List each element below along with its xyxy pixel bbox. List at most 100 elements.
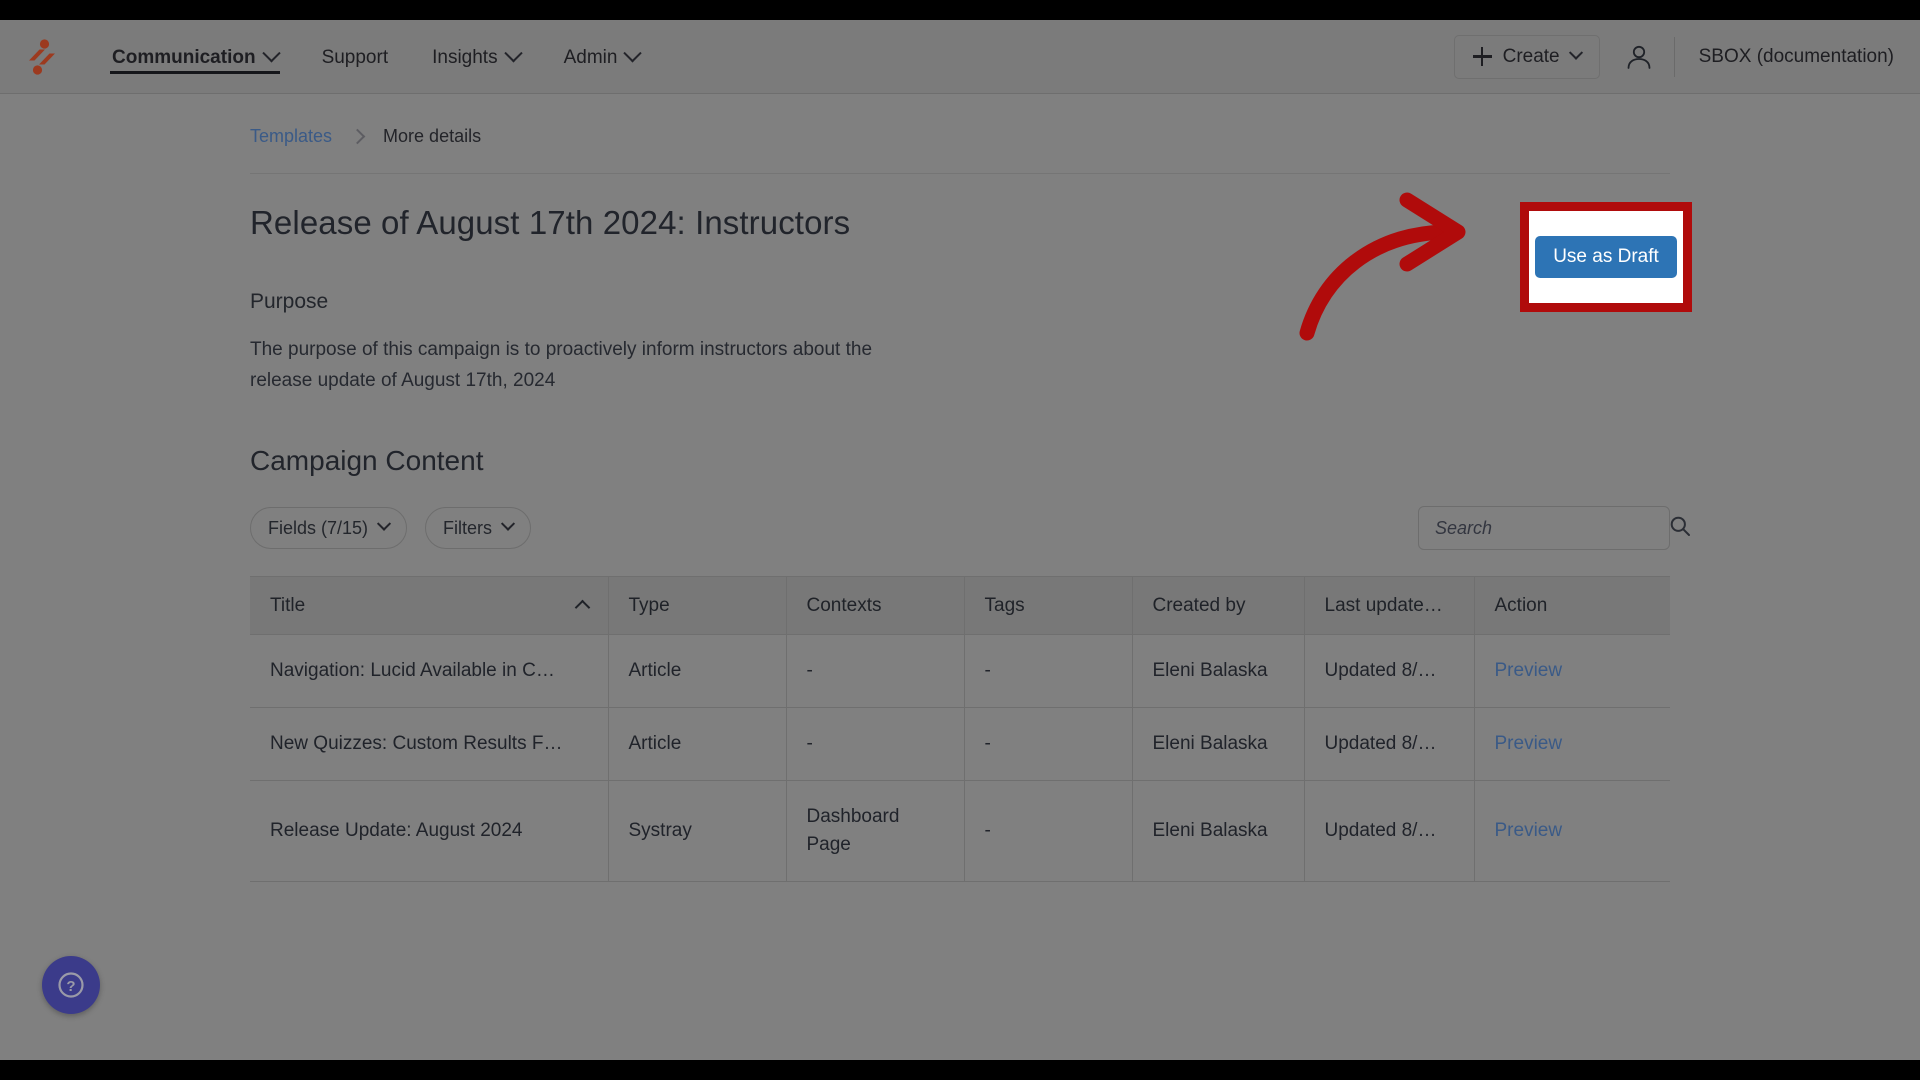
cell-tags: - — [964, 707, 1133, 781]
table-row[interactable]: New Quizzes: Custom Results F… Article -… — [250, 707, 1670, 781]
cell-last-updated: Updated 8/… — [1304, 780, 1475, 882]
cell-tags: - — [964, 634, 1133, 708]
cell-text: - — [984, 660, 991, 681]
cell-text: Updated 8/… — [1324, 733, 1437, 754]
cell-action: Preview — [1474, 707, 1670, 781]
breadcrumb-current: More details — [383, 126, 482, 146]
cell-text: Dashboard Page — [806, 806, 900, 855]
cell-last-updated: Updated 8/… — [1304, 634, 1475, 708]
help-button[interactable]: ? — [42, 956, 100, 1014]
nav-item-label: Insights — [432, 46, 498, 68]
column-header-label: Contexts — [806, 594, 882, 616]
table-header-row: Title Type Contexts Tags Created by Last… — [250, 576, 1670, 635]
column-header-last-updated[interactable]: Last update… — [1304, 576, 1475, 635]
cell-text: Updated 8/… — [1324, 660, 1437, 681]
cell-contexts: - — [786, 707, 965, 781]
search-input[interactable] — [1435, 517, 1669, 539]
table-row[interactable]: Navigation: Lucid Available in C… Articl… — [250, 634, 1670, 708]
campaign-content-table: Title Type Contexts Tags Created by Last… — [250, 576, 1670, 882]
use-as-draft-button[interactable]: Use as Draft — [1535, 236, 1677, 278]
nav-item-label: Communication — [112, 46, 256, 68]
cell-contexts: - — [786, 634, 965, 708]
cell-last-updated: Updated 8/… — [1304, 707, 1475, 781]
cell-type: Systray — [608, 780, 787, 882]
search-box[interactable] — [1418, 506, 1690, 550]
table-row[interactable]: Release Update: August 2024 Systray Dash… — [250, 780, 1670, 882]
search-icon[interactable] — [1669, 515, 1691, 542]
table-toolbar: Fields (7/15) Filters — [250, 506, 1690, 550]
column-header-tags[interactable]: Tags — [964, 576, 1133, 635]
nav-item-label: Support — [321, 46, 389, 68]
account-name-label[interactable]: SBOX (documentation) — [1699, 46, 1898, 68]
nav-item-admin[interactable]: Admin — [563, 20, 643, 94]
table-body: Navigation: Lucid Available in C… Articl… — [250, 634, 1670, 882]
cell-text: Release Update: August 2024 — [270, 820, 523, 841]
breadcrumb-link-templates[interactable]: Templates — [250, 126, 332, 147]
chevron-right-icon — [349, 128, 366, 145]
cell-title: Release Update: August 2024 — [250, 780, 609, 882]
title-row: Release of August 17th 2024: Instructors — [250, 204, 1670, 242]
preview-link[interactable]: Preview — [1495, 733, 1563, 754]
filters-dropdown-button[interactable]: Filters — [425, 507, 532, 549]
cell-text: New Quizzes: Custom Results F… — [270, 733, 563, 754]
cell-created-by: Eleni Balaska — [1132, 780, 1305, 882]
campaign-content-heading: Campaign Content — [250, 445, 484, 476]
cell-text: Navigation: Lucid Available in C… — [270, 660, 555, 681]
nav-item-insights[interactable]: Insights — [432, 20, 523, 94]
page-title: Release of August 17th 2024: Instructors — [250, 204, 851, 241]
main-nav: Communication Support Insights Admin — [110, 20, 643, 94]
create-button-label: Create — [1502, 45, 1560, 67]
preview-link[interactable]: Preview — [1495, 820, 1563, 841]
divider — [1673, 36, 1675, 77]
cell-text: - — [984, 733, 991, 754]
cell-text: Systray — [628, 820, 692, 841]
preview-link[interactable]: Preview — [1495, 660, 1563, 681]
column-header-label: Tags — [984, 594, 1025, 616]
plus-icon — [1472, 47, 1492, 66]
cell-type: Article — [608, 707, 787, 781]
column-header-label: Last update… — [1324, 594, 1443, 616]
screen: Communication Support Insights Admin Cre… — [0, 0, 1920, 1080]
campaign-content-table-wrapper: Title Type Contexts Tags Created by Last… — [250, 576, 1670, 882]
cell-text: - — [806, 660, 813, 681]
column-header-label: Title — [270, 594, 306, 616]
nav-item-support[interactable]: Support — [322, 20, 389, 94]
chevron-down-icon — [503, 44, 523, 63]
column-header-label: Created by — [1152, 594, 1246, 616]
column-header-type[interactable]: Type — [608, 576, 787, 635]
cell-text: - — [806, 733, 813, 754]
purpose-text: The purpose of this campaign is to proac… — [250, 339, 873, 391]
column-header-label: Action — [1494, 594, 1548, 616]
cell-text: Eleni Balaska — [1152, 820, 1268, 841]
user-account-icon[interactable] — [1624, 42, 1654, 72]
cell-title: New Quizzes: Custom Results F… — [250, 707, 609, 781]
cell-action: Preview — [1474, 634, 1670, 708]
cell-contexts: Dashboard Page — [786, 780, 965, 882]
cell-text: Article — [628, 660, 682, 681]
chevron-down-icon — [623, 44, 643, 63]
svg-text:?: ? — [66, 978, 75, 995]
question-mark-icon: ? — [58, 972, 84, 998]
breadcrumb-divider — [250, 173, 1670, 174]
create-button[interactable]: Create — [1453, 34, 1600, 79]
app-page: Communication Support Insights Admin Cre… — [0, 20, 1920, 1060]
cell-text: - — [984, 820, 991, 841]
top-navigation-bar: Communication Support Insights Admin Cre… — [0, 20, 1920, 94]
instructure-logo-icon[interactable] — [20, 35, 64, 79]
fields-dropdown-button[interactable]: Fields (7/15) — [250, 507, 408, 549]
column-header-contexts[interactable]: Contexts — [786, 576, 965, 635]
chevron-down-icon — [500, 516, 516, 531]
chevron-up-icon — [574, 599, 590, 615]
table-header: Title Type Contexts Tags Created by Last… — [250, 576, 1670, 635]
column-header-created-by[interactable]: Created by — [1132, 576, 1305, 635]
column-header-action[interactable]: Action — [1474, 576, 1670, 635]
fields-button-label: Fields (7/15) — [268, 517, 369, 538]
cell-tags: - — [964, 780, 1133, 882]
top-bar-right-cluster: Create SBOX (documentation) — [1453, 20, 1898, 94]
column-header-title[interactable]: Title — [250, 576, 609, 635]
cell-text: Article — [628, 733, 682, 754]
breadcrumb: Templates More details — [250, 94, 1920, 147]
nav-item-label: Admin — [563, 46, 618, 68]
chevron-down-icon — [261, 44, 281, 63]
nav-item-communication[interactable]: Communication — [110, 20, 281, 94]
